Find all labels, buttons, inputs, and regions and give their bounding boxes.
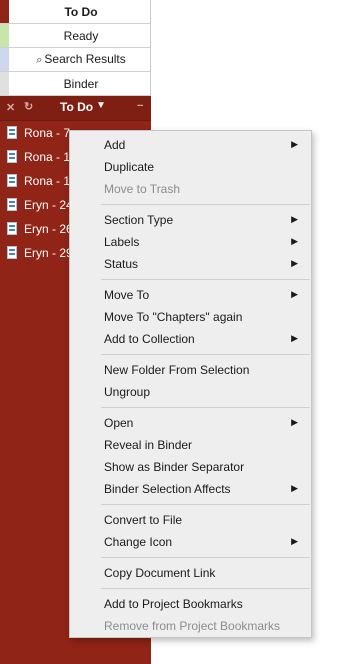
submenu-arrow-icon: ▶: [291, 483, 298, 493]
tab-color-strip: [0, 72, 9, 95]
close-icon[interactable]: ✕: [6, 101, 15, 114]
submenu-arrow-icon: ▶: [291, 258, 298, 268]
menu-item[interactable]: New Folder From Selection: [70, 359, 311, 381]
tab-color-strip: [0, 0, 9, 23]
menu-separator: [101, 407, 310, 408]
menu-item-label: Add to Project Bookmarks: [104, 597, 243, 611]
menu-item-label: Show as Binder Separator: [104, 460, 245, 474]
search-icon: ⌕: [36, 54, 43, 66]
chevron-down-icon[interactable]: ▼: [96, 100, 106, 111]
document-icon: [7, 222, 18, 236]
document-icon: [7, 150, 18, 164]
menu-item-label: Remove from Project Bookmarks: [104, 619, 281, 633]
menu-item[interactable]: Convert to File: [70, 509, 311, 531]
menu-item[interactable]: Add to Collection ▶: [70, 328, 311, 350]
menu-item[interactable]: Labels ▶: [70, 231, 311, 253]
menu-item-label: New Folder From Selection: [104, 363, 250, 377]
binder-item-label: Eryn - 29: [24, 246, 73, 260]
menu-item[interactable]: Open ▶: [70, 412, 311, 434]
menu-item[interactable]: Binder Selection Affects ▶: [70, 478, 311, 500]
context-menu: Add ▶ Duplicate Move to Trash Section Type ▶ L…: [69, 130, 312, 638]
tab-search-results[interactable]: ⌕ Search Results: [0, 48, 151, 72]
menu-separator: [101, 557, 310, 558]
menu-item-label: Move to Trash: [104, 182, 181, 196]
menu-item[interactable]: Ungroup: [70, 381, 311, 403]
refresh-icon[interactable]: ↻: [24, 100, 33, 113]
document-icon: [7, 198, 18, 212]
document-icon: [7, 246, 18, 260]
menu-item-label: Copy Document Link: [104, 566, 216, 580]
tab-to-do[interactable]: To Do: [0, 0, 151, 24]
menu-item[interactable]: Status ▶: [70, 253, 311, 275]
tab-color-strip: [0, 24, 9, 47]
menu-item: Remove from Project Bookmarks: [70, 615, 311, 637]
tab-label: Binder: [63, 76, 99, 91]
tab-binder[interactable]: Binder: [0, 72, 151, 96]
submenu-arrow-icon: ▶: [291, 214, 298, 224]
menu-item-label: Ungroup: [104, 385, 151, 399]
menu-item[interactable]: Add to Project Bookmarks: [70, 593, 311, 615]
menu-separator: [101, 504, 310, 505]
panel-header: ✕ ↻ To Do ▼ −: [0, 96, 151, 121]
menu-separator: [101, 354, 310, 355]
menu-separator: [101, 279, 310, 280]
submenu-arrow-icon: ▶: [291, 536, 298, 546]
tab-label: Search Results: [44, 52, 126, 66]
menu-separator: [101, 588, 310, 589]
submenu-arrow-icon: ▶: [291, 236, 298, 246]
tab-label: To Do: [64, 4, 98, 19]
panel-title: To Do: [60, 100, 94, 114]
menu-item-label: Section Type: [104, 213, 174, 227]
document-icon: [7, 126, 18, 140]
submenu-arrow-icon: ▶: [291, 139, 298, 149]
menu-item: Move to Trash: [70, 178, 311, 200]
menu-item-label: Move To "Chapters" again: [104, 310, 243, 324]
menu-item[interactable]: Duplicate: [70, 156, 311, 178]
submenu-arrow-icon: ▶: [291, 417, 298, 427]
collection-tabs: To Do Ready ⌕ Search Results Binder: [0, 0, 151, 96]
menu-item-label: Open: [104, 416, 134, 430]
menu-item[interactable]: Reveal in Binder: [70, 434, 311, 456]
menu-item-label: Change Icon: [104, 535, 173, 549]
menu-item-label: Status: [104, 257, 139, 271]
minus-icon[interactable]: −: [137, 100, 143, 112]
menu-item[interactable]: Change Icon ▶: [70, 531, 311, 553]
binder-item-label: Eryn - 26: [24, 222, 73, 236]
menu-item-label: Add to Collection: [104, 332, 195, 346]
menu-item[interactable]: Move To ▶: [70, 284, 311, 306]
menu-item[interactable]: Copy Document Link: [70, 562, 311, 584]
menu-item-label: Convert to File: [104, 513, 183, 527]
menu-item[interactable]: Section Type ▶: [70, 209, 311, 231]
tab-label-wrap: ⌕ Search Results: [36, 52, 126, 67]
menu-item-label: Move To: [104, 288, 150, 302]
menu-item-label: Binder Selection Affects: [104, 482, 231, 496]
document-icon: [7, 174, 18, 188]
menu-item[interactable]: Add ▶: [70, 134, 311, 156]
submenu-arrow-icon: ▶: [291, 289, 298, 299]
menu-separator: [101, 204, 310, 205]
menu-item-label: Add: [104, 138, 126, 152]
binder-item-label: Eryn - 24: [24, 198, 73, 212]
menu-item-label: Labels: [104, 235, 140, 249]
menu-item-label: Reveal in Binder: [104, 438, 193, 452]
menu-item-label: Duplicate: [104, 160, 155, 174]
tab-ready[interactable]: Ready: [0, 24, 151, 48]
menu-item[interactable]: Show as Binder Separator: [70, 456, 311, 478]
submenu-arrow-icon: ▶: [291, 333, 298, 343]
tab-color-strip: [0, 48, 9, 71]
binder-item-label: Rona - 7: [24, 126, 71, 140]
tab-label: Ready: [63, 28, 99, 43]
menu-item[interactable]: Move To "Chapters" again: [70, 306, 311, 328]
